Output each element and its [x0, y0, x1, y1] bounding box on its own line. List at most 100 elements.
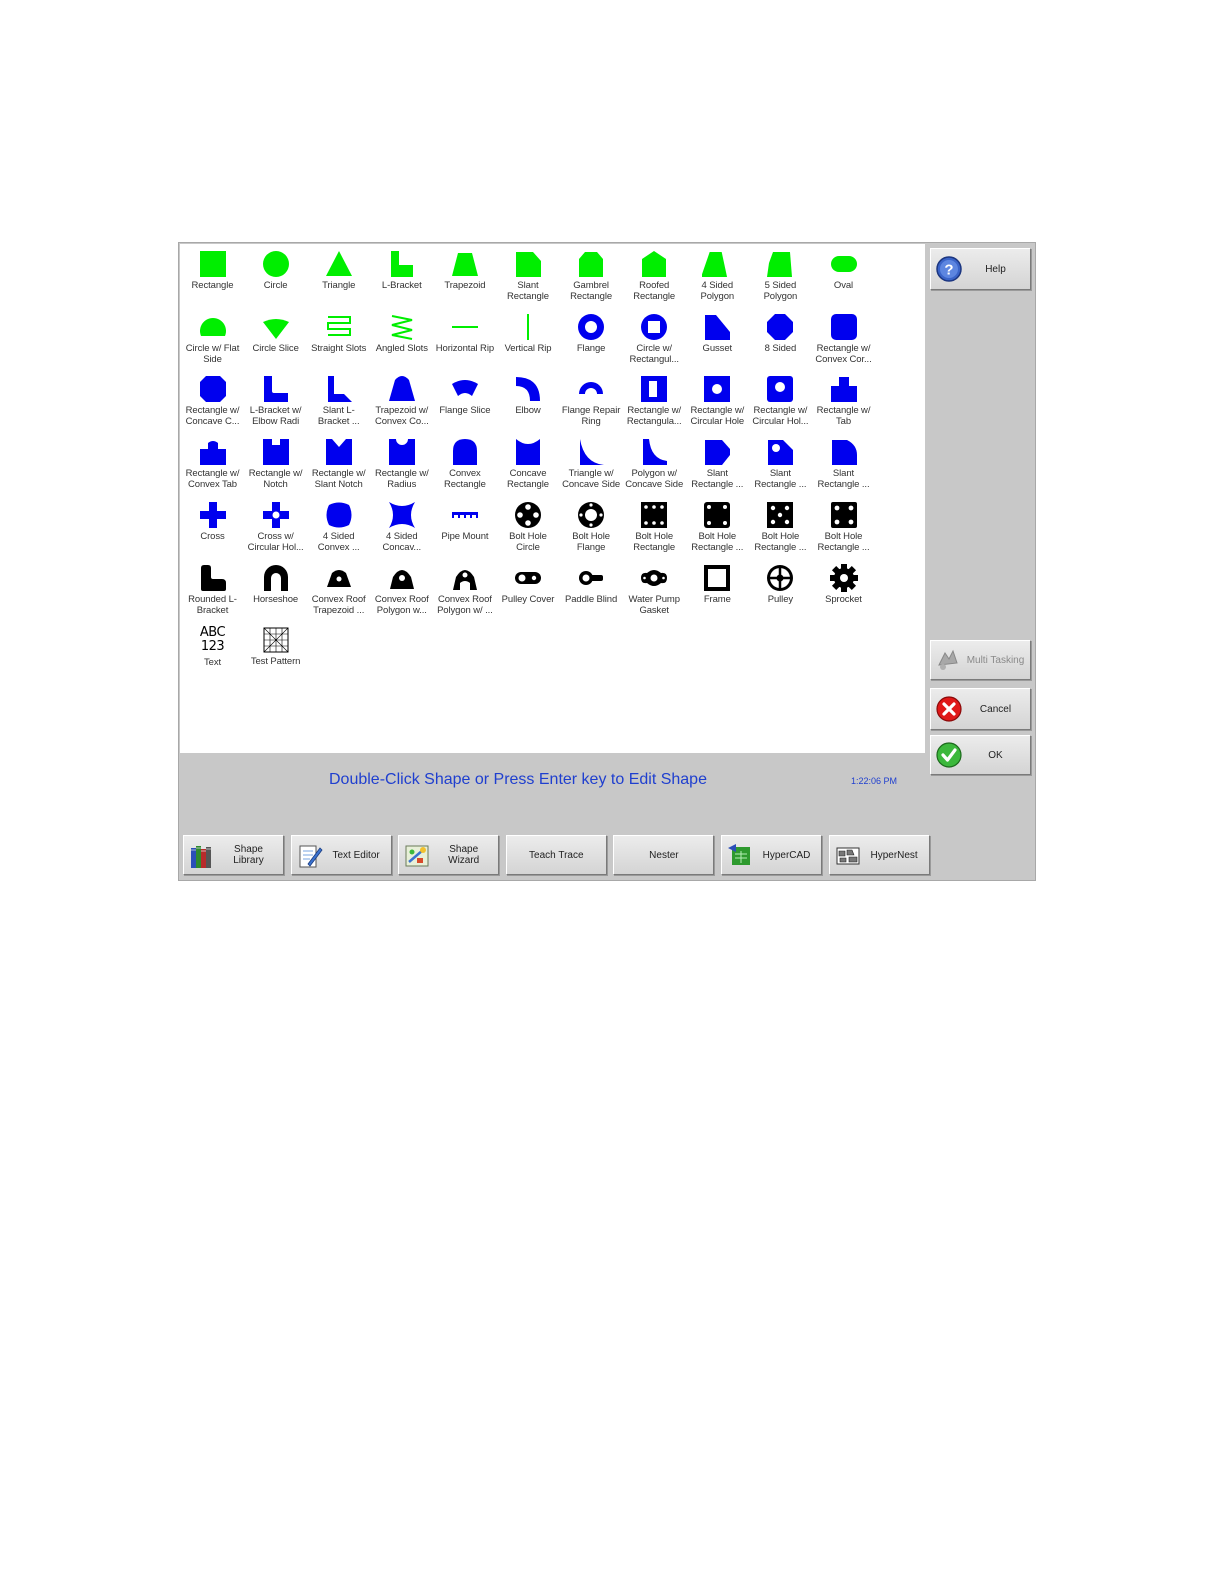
shape-item[interactable]: Straight Slots: [307, 309, 370, 371]
shape-item[interactable]: 4 Sided Convex ...: [307, 497, 370, 559]
shape-item[interactable]: Bolt Hole Circle: [497, 497, 560, 559]
shape-item[interactable]: Bolt Hole Rectangle: [623, 497, 686, 559]
shape-item[interactable]: 5 Sided Polygon: [749, 246, 812, 308]
shape-item[interactable]: Vertical Rip: [497, 309, 560, 371]
shape-item[interactable]: Gambrel Rectangle: [560, 246, 623, 308]
rect-slant-notch-icon: [325, 439, 352, 466]
shape-item[interactable]: Elbow: [497, 371, 560, 433]
shape-item[interactable]: Circle Slice: [244, 309, 307, 371]
shape-item[interactable]: Triangle w/ Concave Side: [560, 434, 623, 496]
hypercad-button[interactable]: HyperCAD: [721, 835, 822, 875]
nester-button[interactable]: Nester: [613, 835, 715, 875]
shape-item[interactable]: 4 Sided Polygon: [686, 246, 749, 308]
shape-item[interactable]: Rectangle w/ Radius: [370, 434, 433, 496]
frame-icon: [704, 564, 731, 591]
shape-item[interactable]: Pipe Mount: [433, 497, 496, 559]
shape-label: Flange Slice: [439, 405, 491, 417]
shape-item[interactable]: Water Pump Gasket: [623, 560, 686, 622]
shape-item[interactable]: Rectangle w/ Circular Hole: [686, 371, 749, 433]
shape-item[interactable]: Oval: [812, 246, 875, 308]
shape-item[interactable]: Rectangle: [181, 246, 244, 308]
shape-item[interactable]: Slant Rectangle ...: [749, 434, 812, 496]
shape-item[interactable]: Convex Roof Polygon w/ ...: [433, 560, 496, 622]
shape-item[interactable]: Frame: [686, 560, 749, 622]
shape-item[interactable]: Rectangle w/ Concave C...: [181, 371, 244, 433]
shape-item[interactable]: Pulley Cover: [497, 560, 560, 622]
shape-item[interactable]: Horseshoe: [244, 560, 307, 622]
shape-item[interactable]: L-Bracket w/ Elbow Radi: [244, 371, 307, 433]
shape-item[interactable]: Convex Roof Trapezoid ...: [307, 560, 370, 622]
text-editor-label: Text Editor: [332, 849, 380, 861]
shape-item[interactable]: Rectangle w/ Tab: [812, 371, 875, 433]
shape-item[interactable]: 4 Sided Concav...: [370, 497, 433, 559]
shape-item[interactable]: 8 Sided: [749, 309, 812, 371]
shape-library-button[interactable]: Shape Library: [183, 835, 284, 875]
shape-label: Roofed Rectangle: [633, 280, 676, 302]
cancel-button[interactable]: Cancel: [930, 688, 1031, 730]
shape-label: 5 Sided Polygon: [763, 280, 798, 302]
shape-label: Horizontal Rip: [435, 342, 495, 354]
shape-item[interactable]: Bolt Hole Rectangle ...: [749, 497, 812, 559]
shape-item[interactable]: Rounded L-Bracket: [181, 560, 244, 622]
shape-item[interactable]: Circle: [244, 246, 307, 308]
shape-item[interactable]: Bolt Hole Flange: [560, 497, 623, 559]
shape-item[interactable]: Angled Slots: [370, 309, 433, 371]
teach-trace-button[interactable]: Teach Trace: [505, 835, 607, 875]
shape-item[interactable]: Circle w/ Flat Side: [181, 309, 244, 371]
rectangle-icon: [199, 251, 226, 277]
shape-item[interactable]: Rectangle w/ Notch: [244, 434, 307, 496]
shape-label: Slant Rectangle ...: [817, 468, 870, 491]
shape-item[interactable]: ABC 123 Text: [181, 622, 244, 684]
shape-item[interactable]: Polygon w/ Concave Side: [623, 434, 686, 496]
eight-sided-icon: [767, 313, 794, 340]
shape-item[interactable]: Slant Rectangle ...: [812, 434, 875, 496]
shape-wizard-button[interactable]: Shape Wizard: [398, 835, 500, 875]
shape-item[interactable]: Bolt Hole Rectangle ...: [686, 497, 749, 559]
shape-item[interactable]: Flange Slice: [433, 371, 496, 433]
shape-item[interactable]: Slant Rectangle ...: [686, 434, 749, 496]
shape-item[interactable]: Bolt Hole Rectangle ...: [812, 497, 875, 559]
shape-label: Rectangle w/ Radius: [374, 468, 429, 491]
convex-roof-polygon-2-icon: [452, 569, 477, 590]
shape-item[interactable]: Test Pattern: [244, 622, 307, 684]
bolt-hole-rect-3-icon: [767, 501, 794, 528]
shape-item[interactable]: Trapezoid w/ Convex Co...: [370, 371, 433, 433]
shape-item[interactable]: Slant Rectangle: [497, 246, 560, 308]
text-editor-button[interactable]: Text Editor: [290, 835, 392, 875]
ok-button[interactable]: OK: [930, 735, 1031, 775]
shape-label: Bolt Hole Flange: [572, 530, 610, 553]
shape-item[interactable]: Rectangle w/ Convex Cor...: [812, 309, 875, 371]
shape-item[interactable]: Gusset: [686, 309, 749, 371]
flange-slice-icon: [451, 380, 478, 397]
shape-item[interactable]: L-Bracket: [370, 246, 433, 308]
shape-item[interactable]: Concave Rectangle: [497, 434, 560, 496]
shape-item[interactable]: Sprocket: [812, 560, 875, 622]
help-button[interactable]: ? Help: [930, 248, 1031, 290]
shape-item[interactable]: Rectangle w/ Convex Tab: [181, 434, 244, 496]
gambrel-rectangle-icon: [579, 252, 604, 277]
shape-item[interactable]: Rectangle w/ Slant Notch: [307, 434, 370, 496]
shape-item[interactable]: Cross w/ Circular Hol...: [244, 497, 307, 559]
shape-item[interactable]: Flange: [560, 309, 623, 371]
teach-trace-label: Teach Trace: [529, 849, 584, 861]
shape-item[interactable]: Convex Roof Polygon w...: [370, 560, 433, 622]
shape-label: Text: [203, 657, 222, 669]
shape-item[interactable]: Trapezoid: [433, 246, 496, 308]
shape-item[interactable]: Convex Rectangle: [433, 434, 496, 496]
shape-item[interactable]: Pulley: [749, 560, 812, 622]
shape-label: Oval: [833, 280, 854, 291]
shape-item[interactable]: Cross: [181, 497, 244, 559]
multi-tasking-button[interactable]: Multi Tasking: [930, 640, 1031, 680]
shape-item[interactable]: Rectangle w/ Circular Hol...: [749, 371, 812, 433]
shape-item[interactable]: Rectangle w/ Rectangula...: [623, 371, 686, 433]
shape-label: Rectangle w/ Convex Tab: [185, 468, 240, 491]
shape-item[interactable]: Paddle Blind: [560, 560, 623, 622]
shape-item[interactable]: Roofed Rectangle: [623, 246, 686, 308]
shape-item[interactable]: Triangle: [307, 246, 370, 308]
shape-item[interactable]: Flange Repair Ring: [560, 371, 623, 433]
shape-item[interactable]: Slant L-Bracket ...: [307, 371, 370, 433]
bolt-hole-rect-icon: [641, 501, 668, 528]
hypernest-button[interactable]: HyperNest: [828, 835, 930, 875]
shape-item[interactable]: Horizontal Rip: [433, 309, 496, 371]
shape-item[interactable]: Circle w/ Rectangul...: [623, 309, 686, 371]
